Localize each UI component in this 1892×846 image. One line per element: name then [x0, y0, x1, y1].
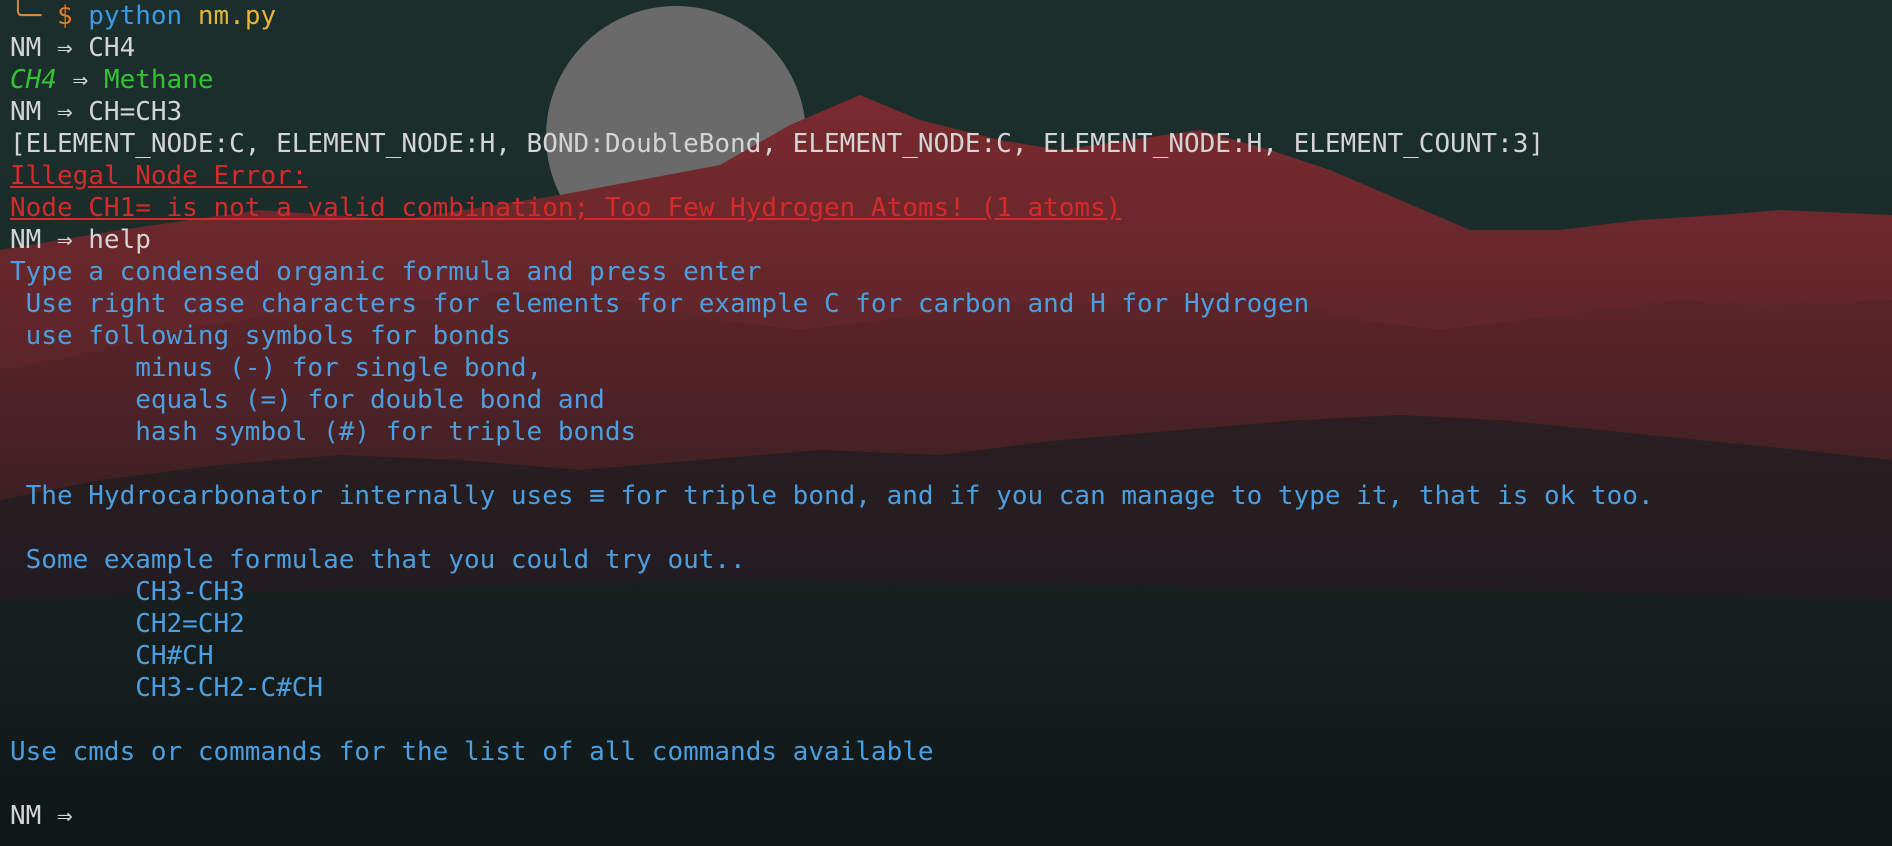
terminal-output[interactable]: ╰─ $ python nm.py NM ⇒ CH4 CH4 ⇒ Methane… [0, 0, 1892, 846]
compound-name: Methane [103, 65, 214, 95]
prompt-label: NM [10, 801, 42, 831]
help-line: Type a condensed organic formula and pre… [10, 257, 762, 287]
example-formula: CH3-CH3 [10, 577, 245, 607]
user-input: CH=CH3 [88, 97, 183, 127]
prompt-arrow-icon: ⇒ [56, 225, 73, 255]
prompt-label: NM [10, 225, 42, 255]
formula-text: CH4 [10, 65, 57, 95]
prompt-label: NM [10, 97, 42, 127]
prompt-corner-glyph: ╰─ [10, 1, 42, 31]
error-title: Illegal Node Error: [10, 161, 308, 191]
terminal-line-input: NM ⇒ CH4 [10, 32, 1882, 64]
prompt-label: NM [10, 33, 42, 63]
example-formula: CH#CH [10, 641, 214, 671]
help-line: Use cmds or commands for the list of all… [10, 737, 934, 767]
terminal-input-prompt[interactable]: NM ⇒ [10, 800, 1882, 832]
prompt-arrow-icon: ⇒ [56, 801, 73, 831]
help-line: The Hydrocarbonator internally uses ≡ fo… [10, 481, 1654, 511]
terminal-line-node-list: [ELEMENT_NODE:C, ELEMENT_NODE:H, BOND:Do… [10, 129, 1545, 159]
terminal-line-result: CH4 ⇒ Methane [10, 64, 1882, 96]
help-line: Use right case characters for elements f… [10, 289, 1310, 319]
error-message: Node CH1= is not a valid combination; To… [10, 193, 1122, 223]
terminal-line-run-command: ╰─ $ python nm.py [10, 0, 1882, 32]
user-input: CH4 [88, 33, 136, 63]
prompt-arrow-icon: ⇒ [72, 65, 89, 95]
script-filename: nm.py [197, 1, 277, 31]
terminal-line-input: NM ⇒ help [10, 224, 1882, 256]
help-line: minus (-) for single bond, [10, 353, 543, 383]
example-formula: CH3-CH2-C#CH [10, 673, 324, 703]
prompt-arrow-icon: ⇒ [56, 97, 73, 127]
user-input: help [88, 225, 151, 255]
help-line: hash symbol (#) for triple bonds [10, 417, 637, 447]
terminal-line-input: NM ⇒ CH=CH3 [10, 96, 1882, 128]
help-line: Some example formulae that you could try… [10, 545, 746, 575]
help-line: equals (=) for double bond and [10, 385, 605, 415]
shell-prompt-symbol: $ [56, 1, 73, 31]
example-formula: CH2=CH2 [10, 609, 245, 639]
help-line: use following symbols for bonds [10, 321, 511, 351]
python-command: python [88, 1, 183, 31]
prompt-arrow-icon: ⇒ [56, 33, 73, 63]
